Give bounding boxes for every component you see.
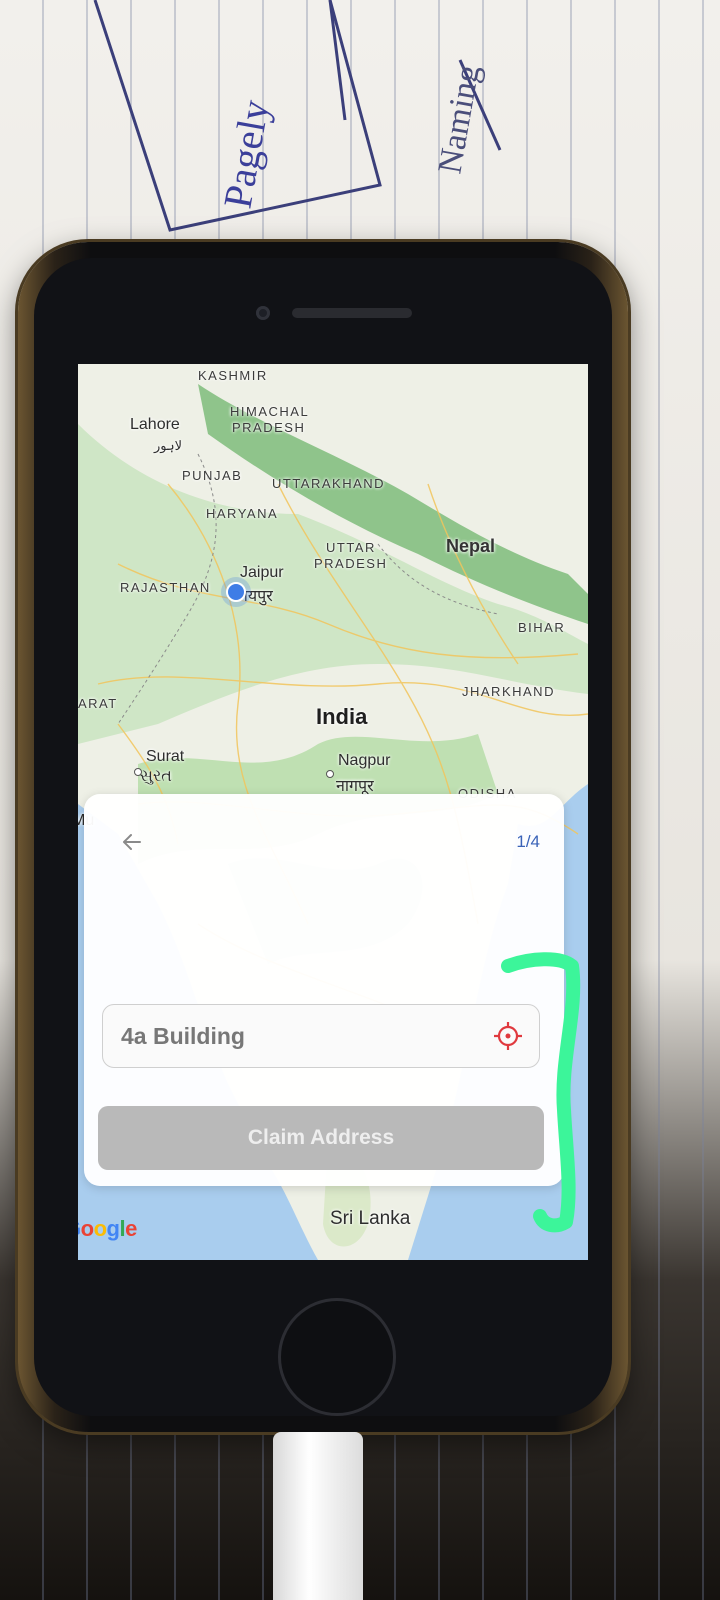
highlighter-bracket-annotation xyxy=(501,952,581,1233)
